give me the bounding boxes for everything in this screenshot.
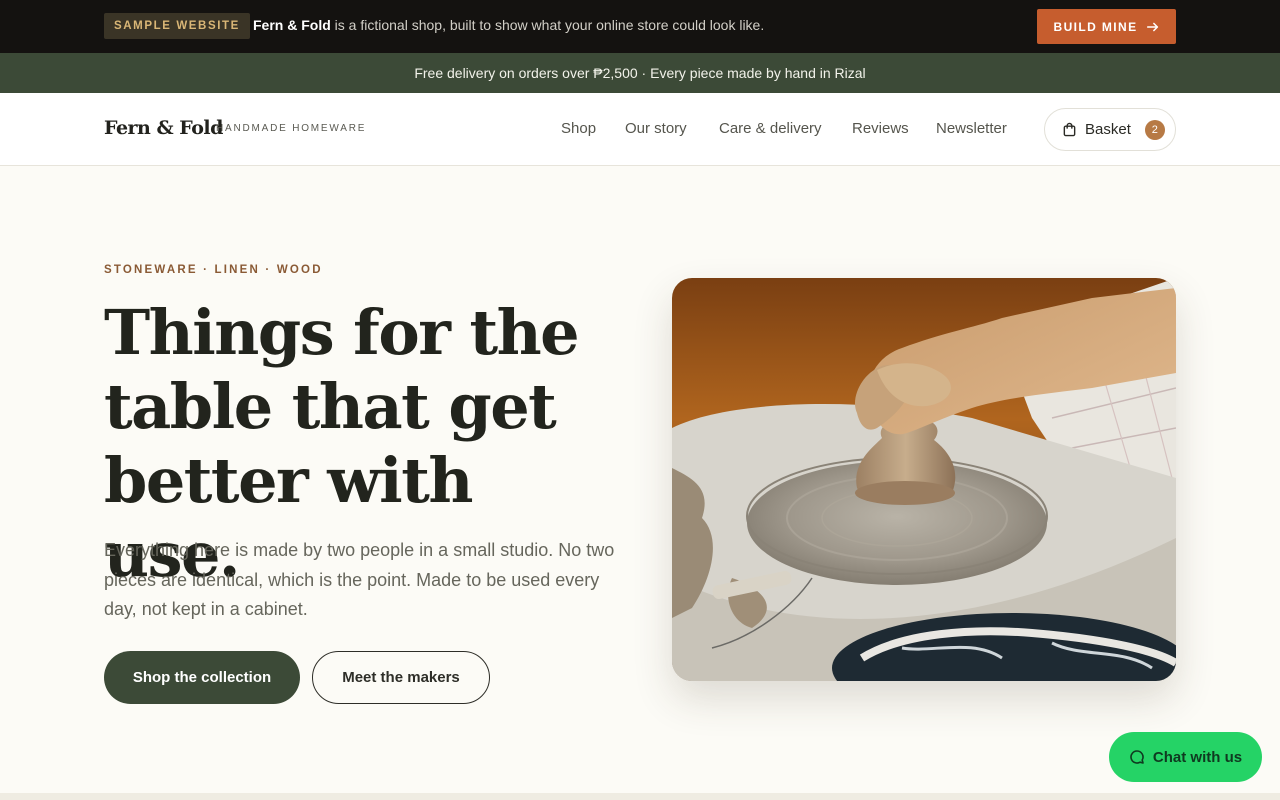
shopping-bag-icon: [1063, 122, 1076, 137]
chat-button[interactable]: Chat with us: [1109, 732, 1262, 782]
site-logo[interactable]: Fern & Fold: [104, 117, 223, 139]
sample-message: Fern & Fold is a fictional shop, built t…: [253, 17, 764, 33]
sample-badge: SAMPLE WEBSITE: [104, 13, 250, 39]
hero-eyebrow: STONEWARE · LINEN · WOOD: [104, 264, 323, 276]
shop-collection-button[interactable]: Shop the collection: [104, 651, 300, 704]
arrow-right-icon: [1146, 22, 1158, 31]
basket-button[interactable]: Basket 2: [1044, 108, 1176, 151]
nav-our-story[interactable]: Our story: [625, 120, 687, 137]
basket-label: Basket: [1085, 121, 1131, 138]
site-tagline: HANDMADE HOMEWARE: [216, 123, 367, 134]
next-section-edge: [0, 793, 1280, 800]
meet-makers-button[interactable]: Meet the makers: [312, 651, 490, 704]
basket-count-badge: 2: [1144, 119, 1165, 140]
site-header: Fern & Fold HANDMADE HOMEWARE Shop Our s…: [0, 93, 1280, 166]
nav-newsletter[interactable]: Newsletter: [936, 120, 1007, 137]
promo-bar: Free delivery on orders over ₱2,500 · Ev…: [0, 53, 1280, 93]
chat-label: Chat with us: [1152, 748, 1243, 766]
hero-lead: Everything here is made by two people in…: [104, 540, 615, 619]
nav-care-delivery[interactable]: Care & delivery: [719, 120, 822, 137]
build-mine-button[interactable]: BUILD MINE: [1037, 9, 1176, 44]
promo-text: Free delivery on orders over ₱2,500 · Ev…: [414, 65, 866, 81]
sample-message-text: is a fictional shop, built to show what …: [330, 17, 765, 33]
sample-banner: SAMPLE WEBSITE Fern & Fold is a fictiona…: [0, 0, 1280, 53]
build-mine-label: BUILD MINE: [1053, 19, 1138, 34]
hero-image-pottery: [672, 278, 1176, 681]
nav-reviews[interactable]: Reviews: [852, 120, 909, 137]
nav-shop[interactable]: Shop: [561, 120, 596, 137]
hero-headline-line-2: table that get: [104, 370, 557, 443]
chat-bubble-icon: [1130, 750, 1144, 764]
hero-headline-line-1: Things for the: [104, 296, 580, 369]
sample-brand: Fern & Fold: [253, 17, 331, 33]
